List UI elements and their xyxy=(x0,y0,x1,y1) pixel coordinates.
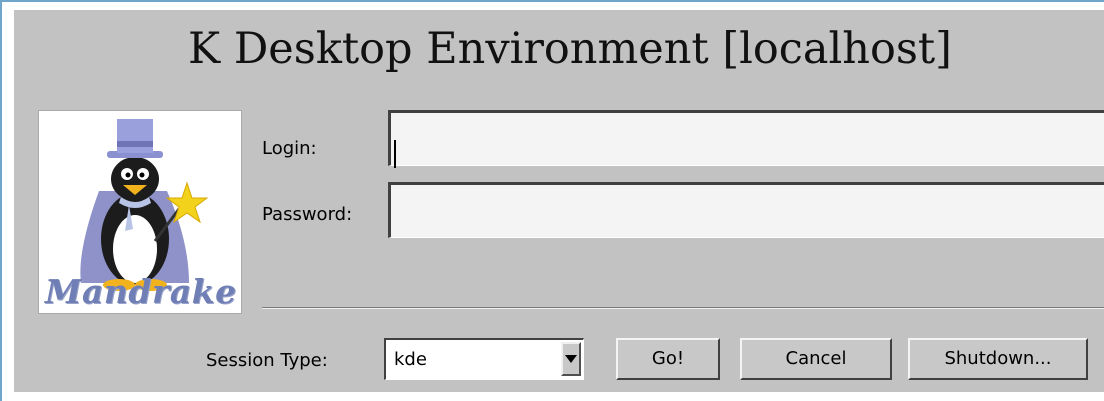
go-button[interactable]: Go! xyxy=(616,338,720,380)
login-label: Login: xyxy=(262,138,317,159)
session-type-label: Session Type: xyxy=(206,350,328,371)
password-input[interactable] xyxy=(388,182,1104,238)
session-type-select[interactable]: kde xyxy=(384,338,584,380)
logo-text: Mandrake xyxy=(45,272,237,311)
triangle-down-icon xyxy=(565,355,577,363)
shutdown-button[interactable]: Shutdown... xyxy=(908,338,1088,380)
mandrake-logo: Mandrake xyxy=(38,110,242,314)
dropdown-arrow-button[interactable] xyxy=(561,342,581,376)
window-title: K Desktop Environment [localhost] xyxy=(188,24,952,74)
text-caret xyxy=(394,140,396,168)
login-window: K Desktop Environment [localhost] Mandra… xyxy=(0,0,1104,401)
cancel-button[interactable]: Cancel xyxy=(740,338,892,380)
session-type-value: kde xyxy=(394,349,427,370)
login-panel: K Desktop Environment [localhost] Mandra… xyxy=(14,10,1104,392)
separator-line xyxy=(262,307,1104,309)
login-input[interactable] xyxy=(388,110,1104,166)
password-label: Password: xyxy=(262,204,353,225)
